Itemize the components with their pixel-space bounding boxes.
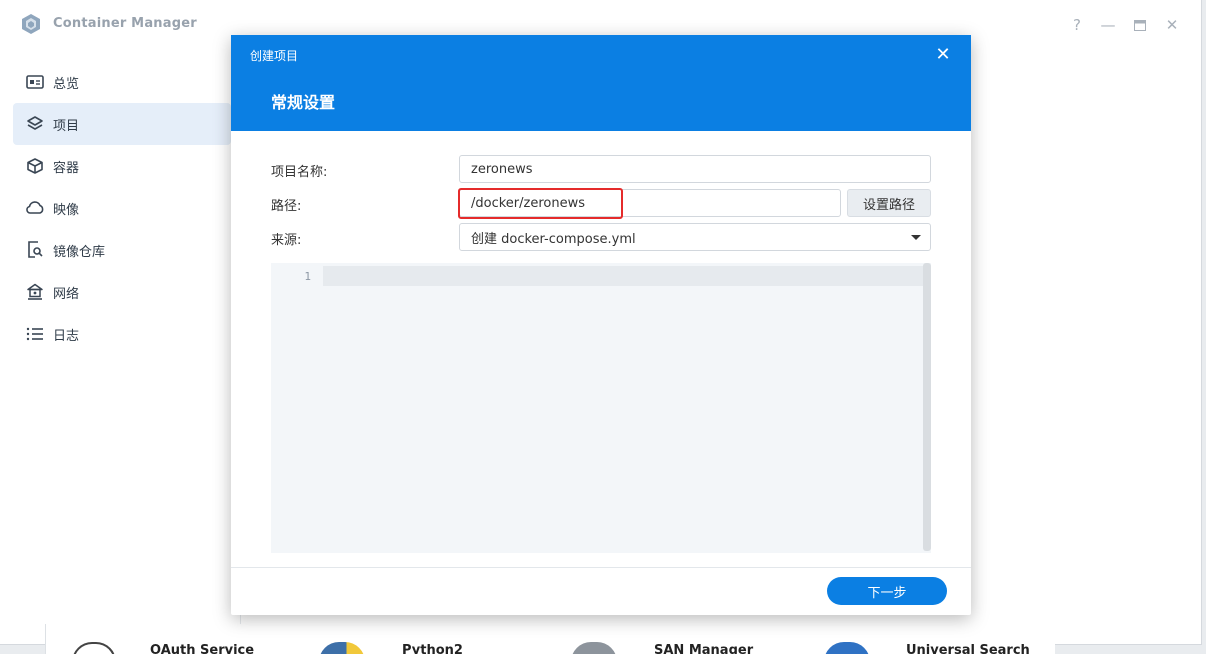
sidebar-item-label: 日志: [53, 328, 80, 344]
minimize-icon[interactable]: —: [1097, 14, 1119, 36]
app-title: Container Manager: [53, 16, 197, 31]
package-name[interactable]: Universal Search: [906, 643, 1030, 654]
chevron-down-icon: [911, 235, 921, 240]
dialog-close-icon[interactable]: ✕: [933, 45, 953, 65]
path-label: 路径:: [271, 199, 302, 214]
source-label: 来源:: [271, 233, 302, 248]
package-icon: [824, 642, 870, 654]
sidebar-item-log[interactable]: 日志: [13, 313, 231, 355]
source-select[interactable]: 创建 docker-compose.yml: [459, 223, 931, 251]
sidebar-item-label: 容器: [53, 160, 80, 176]
package-icon: [72, 642, 116, 654]
sidebar-item-label: 镜像仓库: [53, 244, 106, 260]
create-project-dialog: 创建项目 ✕ 常规设置 项目名称: 路径: 设置路径 来源: 创建 docker…: [231, 35, 971, 615]
layers-icon: [25, 114, 45, 134]
editor-scrollbar[interactable]: [923, 263, 931, 551]
list-icon: [25, 324, 45, 344]
package-icon: [571, 642, 617, 654]
path-input[interactable]: [459, 189, 841, 217]
overview-icon: [25, 72, 45, 92]
line-number: 1: [304, 270, 311, 283]
network-icon: [25, 282, 45, 302]
sidebar-item-project[interactable]: 项目: [13, 103, 231, 145]
sidebar-item-label: 项目: [53, 118, 80, 134]
package-name[interactable]: OAuth Service: [150, 643, 254, 654]
cube-icon: [25, 156, 45, 176]
registry-search-icon: [25, 240, 45, 260]
sidebar-item-label: 网络: [53, 286, 80, 302]
dialog-header: 创建项目 ✕ 常规设置: [231, 35, 971, 131]
dialog-subtitle: 常规设置: [271, 93, 336, 112]
project-name-label: 项目名称:: [271, 165, 328, 180]
project-name-input[interactable]: [459, 155, 931, 183]
python-icon: [319, 642, 365, 654]
package-name[interactable]: Python2: [402, 643, 463, 654]
package-name[interactable]: SAN Manager: [654, 643, 753, 654]
sidebar-item-network[interactable]: 网络: [13, 271, 231, 313]
dialog-title: 创建项目: [250, 49, 299, 63]
cloud-icon: [25, 198, 45, 218]
next-button[interactable]: 下一步: [827, 577, 947, 605]
help-icon[interactable]: ?: [1066, 14, 1088, 36]
sidebar-item-registry[interactable]: 镜像仓库: [13, 229, 231, 271]
editor-gutter: 1: [271, 263, 323, 553]
source-select-value: 创建 docker-compose.yml: [471, 231, 636, 247]
compose-editor[interactable]: 1: [271, 263, 931, 553]
sidebar-item-overview[interactable]: 总览: [13, 61, 231, 103]
maximize-icon[interactable]: [1129, 14, 1151, 36]
sidebar-item-label: 映像: [53, 202, 80, 218]
sidebar-item-label: 总览: [53, 76, 80, 92]
container-manager-logo-icon: [20, 13, 42, 35]
set-path-button[interactable]: 设置路径: [847, 189, 931, 217]
window-close-icon[interactable]: ✕: [1161, 14, 1183, 36]
sidebar-item-container[interactable]: 容器: [13, 145, 231, 187]
footer-divider: [231, 567, 971, 568]
background-package-strip: OAuth Service Python2 SAN Manager Univer…: [45, 624, 1055, 654]
editor-active-line[interactable]: [323, 266, 923, 286]
sidebar-item-image[interactable]: 映像: [13, 187, 231, 229]
sidebar: 总览 项目 容器 映像 镜像仓库 网络 日志: [0, 60, 240, 644]
